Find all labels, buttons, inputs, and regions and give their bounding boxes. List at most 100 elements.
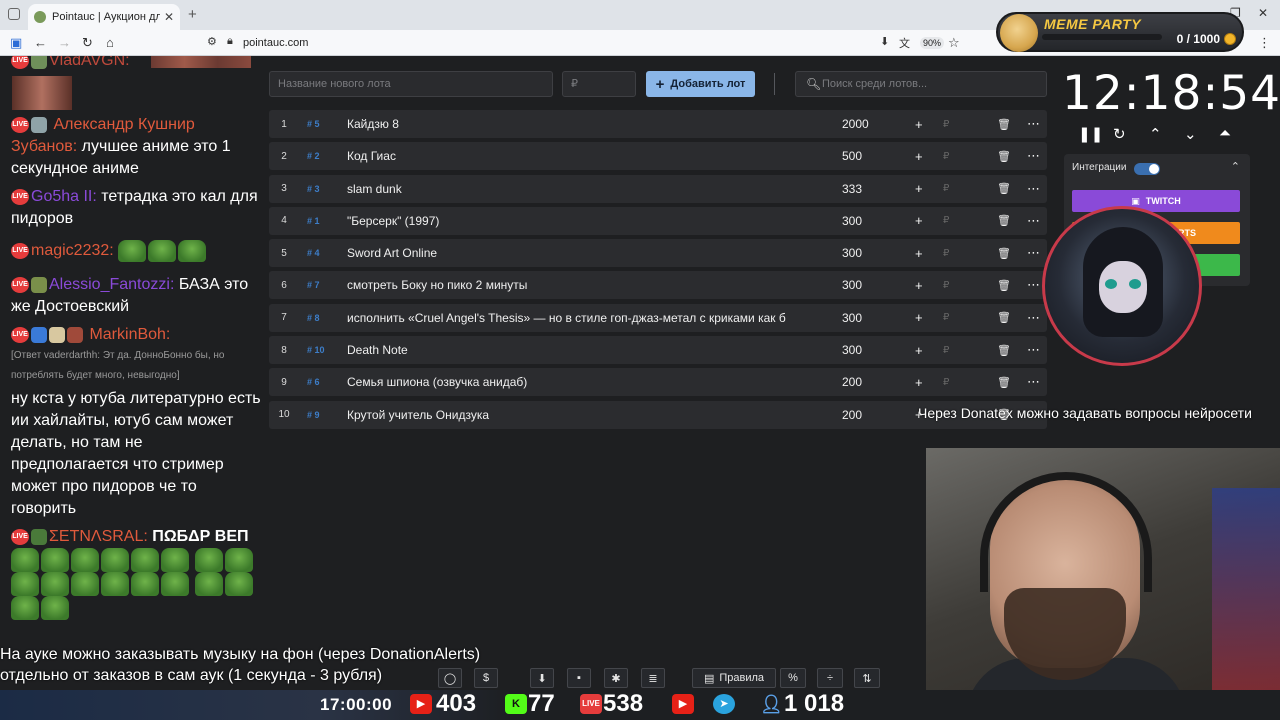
lot-amount[interactable]: 300: [842, 343, 862, 357]
lot-amount[interactable]: 333: [842, 182, 862, 196]
sidebar-icon[interactable]: ▣: [10, 35, 22, 51]
lot-fast-id[interactable]: # 9: [307, 410, 320, 420]
add-to-lot-icon[interactable]: +: [915, 181, 923, 196]
clear-list-button[interactable]: ≣: [641, 668, 665, 688]
add-to-lot-icon[interactable]: +: [915, 149, 923, 164]
add-lot-button[interactable]: + Добавить лот: [646, 71, 755, 97]
close-tab-icon[interactable]: ✕: [164, 10, 174, 24]
timer-up-double-icon[interactable]: ⏶: [1219, 125, 1231, 142]
menu-icon[interactable]: ⋮: [1258, 35, 1271, 51]
lot-amount[interactable]: 300: [842, 246, 862, 260]
timer-up-icon[interactable]: ⌃: [1149, 125, 1162, 143]
lot-fast-id[interactable]: # 10: [307, 345, 325, 355]
more-options-icon[interactable]: ⋯: [1027, 342, 1040, 358]
back-icon[interactable]: ←: [34, 35, 47, 50]
percent-button[interactable]: %: [780, 668, 806, 688]
delete-icon[interactable]: 🗑︎: [997, 247, 1011, 260]
pause-icon[interactable]: ❚❚: [1078, 125, 1103, 143]
lot-fast-id[interactable]: # 8: [307, 313, 320, 323]
donate-button[interactable]: $: [474, 668, 498, 688]
delete-icon[interactable]: 🗑︎: [997, 376, 1011, 389]
youtube-viewers: 403: [436, 690, 477, 717]
site-info-icon[interactable]: ⚙: [207, 35, 217, 48]
download-page-icon[interactable]: ⬇: [880, 35, 889, 48]
lot-search-input[interactable]: [822, 72, 1042, 96]
delete-icon[interactable]: 🗑︎: [997, 150, 1011, 163]
collapse-chevron-icon[interactable]: ⌃: [1231, 160, 1240, 173]
more-options-icon[interactable]: ⋯: [1027, 277, 1040, 293]
more-options-icon[interactable]: ⋯: [1027, 245, 1040, 261]
add-to-lot-icon[interactable]: +: [915, 213, 923, 228]
lot-amount[interactable]: 300: [842, 278, 862, 292]
more-options-icon[interactable]: ⋯: [1027, 213, 1040, 229]
add-to-lot-icon[interactable]: +: [915, 278, 923, 293]
forward-icon[interactable]: →: [58, 35, 71, 50]
lot-amount[interactable]: 200: [842, 375, 862, 389]
more-options-icon[interactable]: ⋯: [1027, 181, 1040, 197]
add-to-lot-icon[interactable]: +: [915, 375, 923, 390]
add-to-lot-icon[interactable]: +: [915, 117, 923, 132]
delete-icon[interactable]: 🗑︎: [997, 311, 1011, 324]
lot-name[interactable]: Крутой учитель Онидзука: [347, 408, 827, 422]
lot-amount[interactable]: 300: [842, 311, 862, 325]
home-icon[interactable]: ⌂: [106, 35, 114, 50]
bug-report-button[interactable]: ✱: [604, 668, 628, 688]
delete-icon[interactable]: 🗑︎: [997, 182, 1011, 195]
lot-name[interactable]: slam dunk: [347, 182, 827, 196]
add-to-lot-icon[interactable]: +: [915, 343, 923, 358]
lot-amount[interactable]: 300: [842, 214, 862, 228]
translate-icon[interactable]: 文: [899, 35, 910, 51]
lot-fast-id[interactable]: # 2: [307, 151, 320, 161]
more-options-icon[interactable]: ⋯: [1027, 116, 1040, 132]
rules-button[interactable]: ▤ Правила: [692, 668, 776, 688]
sort-button[interactable]: ⇅: [854, 668, 880, 688]
lot-name[interactable]: Код Гиас: [347, 149, 827, 163]
more-options-icon[interactable]: ⋯: [1027, 310, 1040, 326]
save-button[interactable]: ▪: [567, 668, 591, 688]
lot-name[interactable]: "Берсерк" (1997): [347, 214, 827, 228]
reset-timer-icon[interactable]: ↻: [1113, 125, 1126, 143]
browser-tab[interactable]: Pointauc | Аукцион для стримеров ✕: [28, 4, 180, 30]
split-button[interactable]: ÷: [817, 668, 843, 688]
lot-fast-id[interactable]: # 5: [307, 119, 320, 129]
timer-down-icon[interactable]: ⌄: [1184, 125, 1197, 143]
delete-icon[interactable]: 🗑︎: [997, 118, 1011, 131]
lot-fast-id[interactable]: # 1: [307, 216, 320, 226]
lot-name[interactable]: смотреть Боку но пико 2 минуты: [347, 278, 827, 292]
bookmark-star-icon[interactable]: ☆: [948, 35, 960, 51]
lot-fast-id[interactable]: # 6: [307, 377, 320, 387]
add-to-lot-icon[interactable]: +: [915, 246, 923, 261]
lot-search[interactable]: 🔍︎: [795, 71, 1047, 97]
lot-name[interactable]: Семья шпиона (озвучка анидаб): [347, 375, 827, 389]
more-options-icon[interactable]: ⋯: [1027, 148, 1040, 164]
lot-name[interactable]: исполнить «Cruel Angel's Thesis» — но в …: [347, 311, 827, 325]
delete-icon[interactable]: 🗑︎: [997, 344, 1011, 357]
url-field[interactable]: pointauc.com: [243, 37, 308, 49]
lot-fast-id[interactable]: # 4: [307, 248, 320, 258]
lot-amount[interactable]: 2000: [842, 117, 869, 131]
lot-sum-input[interactable]: [562, 71, 636, 97]
github-button[interactable]: ◯: [438, 668, 462, 688]
lot-amount[interactable]: 200: [842, 408, 862, 422]
lot-name[interactable]: Кайдзю 8: [347, 117, 827, 131]
zoom-level[interactable]: 90%: [920, 37, 945, 49]
user-badge-icon: [31, 276, 47, 293]
lot-amount[interactable]: 500: [842, 149, 862, 163]
tab-actions-icon[interactable]: [8, 8, 20, 20]
chat-message: LIVE Alessio_Fantozzi: БАЗА это же Достое…: [11, 274, 261, 318]
reload-icon[interactable]: ↻: [82, 35, 93, 51]
new-tab-icon[interactable]: +: [188, 6, 197, 23]
lot-name[interactable]: Death Note: [347, 343, 827, 357]
integrations-toggle[interactable]: [1134, 163, 1160, 175]
add-to-lot-icon[interactable]: +: [915, 310, 923, 325]
lot-fast-id[interactable]: # 3: [307, 184, 320, 194]
delete-icon[interactable]: 🗑︎: [997, 214, 1011, 227]
close-window-icon[interactable]: ✕: [1258, 6, 1268, 20]
delete-icon[interactable]: 🗑︎: [997, 279, 1011, 292]
frog-emote-icon: [101, 572, 129, 596]
lot-fast-id[interactable]: # 7: [307, 280, 320, 290]
lot-name[interactable]: Sword Art Online: [347, 246, 827, 260]
new-lot-input[interactable]: [269, 71, 553, 97]
download-button[interactable]: ⬇: [530, 668, 554, 688]
more-options-icon[interactable]: ⋯: [1027, 374, 1040, 390]
